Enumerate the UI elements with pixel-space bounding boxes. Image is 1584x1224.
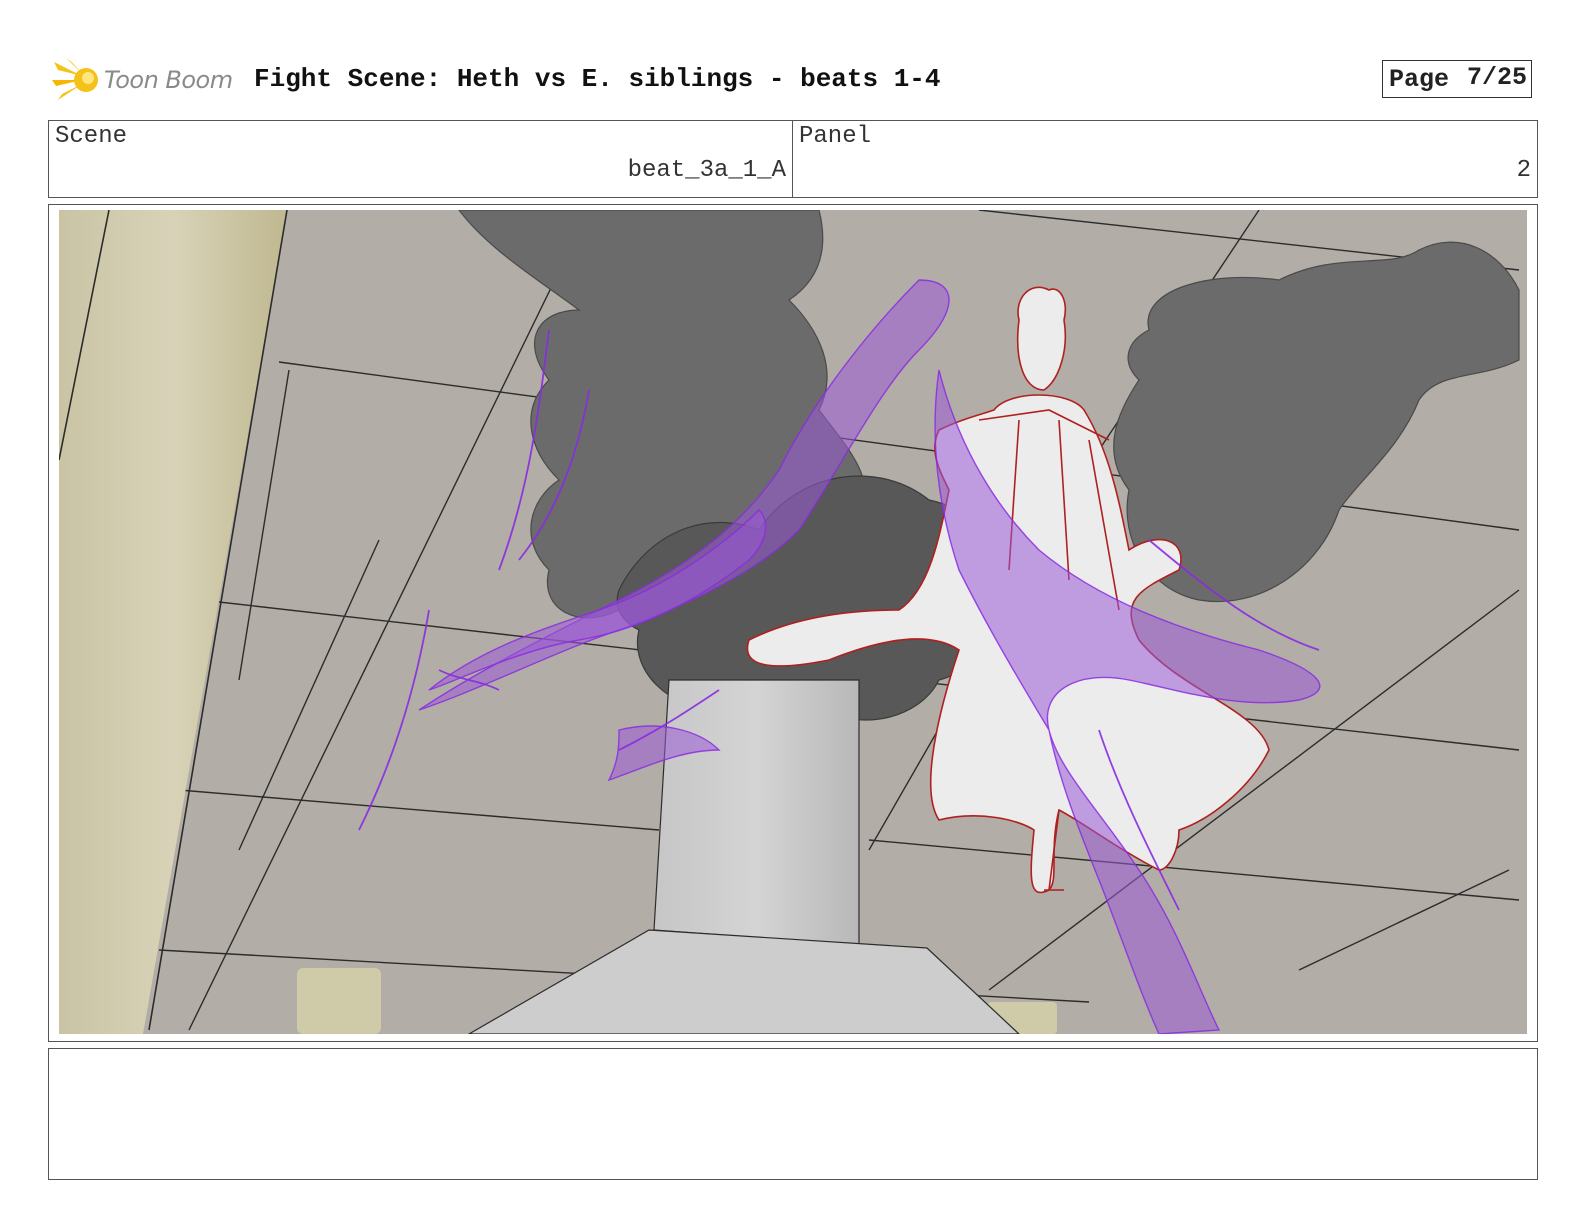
page-indicator: Page 7/25 xyxy=(1382,60,1532,98)
toon-boom-logo: Toon Boom xyxy=(52,56,242,106)
scene-cell: Scene beat_3a_1_A xyxy=(49,121,793,197)
beam-stub xyxy=(297,968,381,1034)
scene-panel-info: Scene beat_3a_1_A Panel 2 xyxy=(48,120,1538,198)
document-title: Fight Scene: Heth vs E. siblings - beats… xyxy=(254,64,941,94)
page-number: 7/25 xyxy=(1466,63,1527,92)
page-label: Page xyxy=(1389,65,1450,94)
panel-value: 2 xyxy=(1516,157,1531,184)
storyboard-drawing xyxy=(59,210,1527,1034)
panel-cell: Panel 2 xyxy=(793,121,1537,197)
page-header: Toon Boom Fight Scene: Heth vs E. siblin… xyxy=(52,56,1536,106)
panel-notes-box xyxy=(48,1048,1538,1180)
storyboard-panel-frame xyxy=(48,204,1538,1042)
scene-value: beat_3a_1_A xyxy=(627,157,786,184)
toon-boom-logo-icon xyxy=(52,58,98,100)
ceiling-pillar xyxy=(653,679,860,946)
panel-label: Panel xyxy=(799,123,872,150)
logo-text: Toon Boom xyxy=(104,66,233,94)
scene-label: Scene xyxy=(55,123,128,150)
